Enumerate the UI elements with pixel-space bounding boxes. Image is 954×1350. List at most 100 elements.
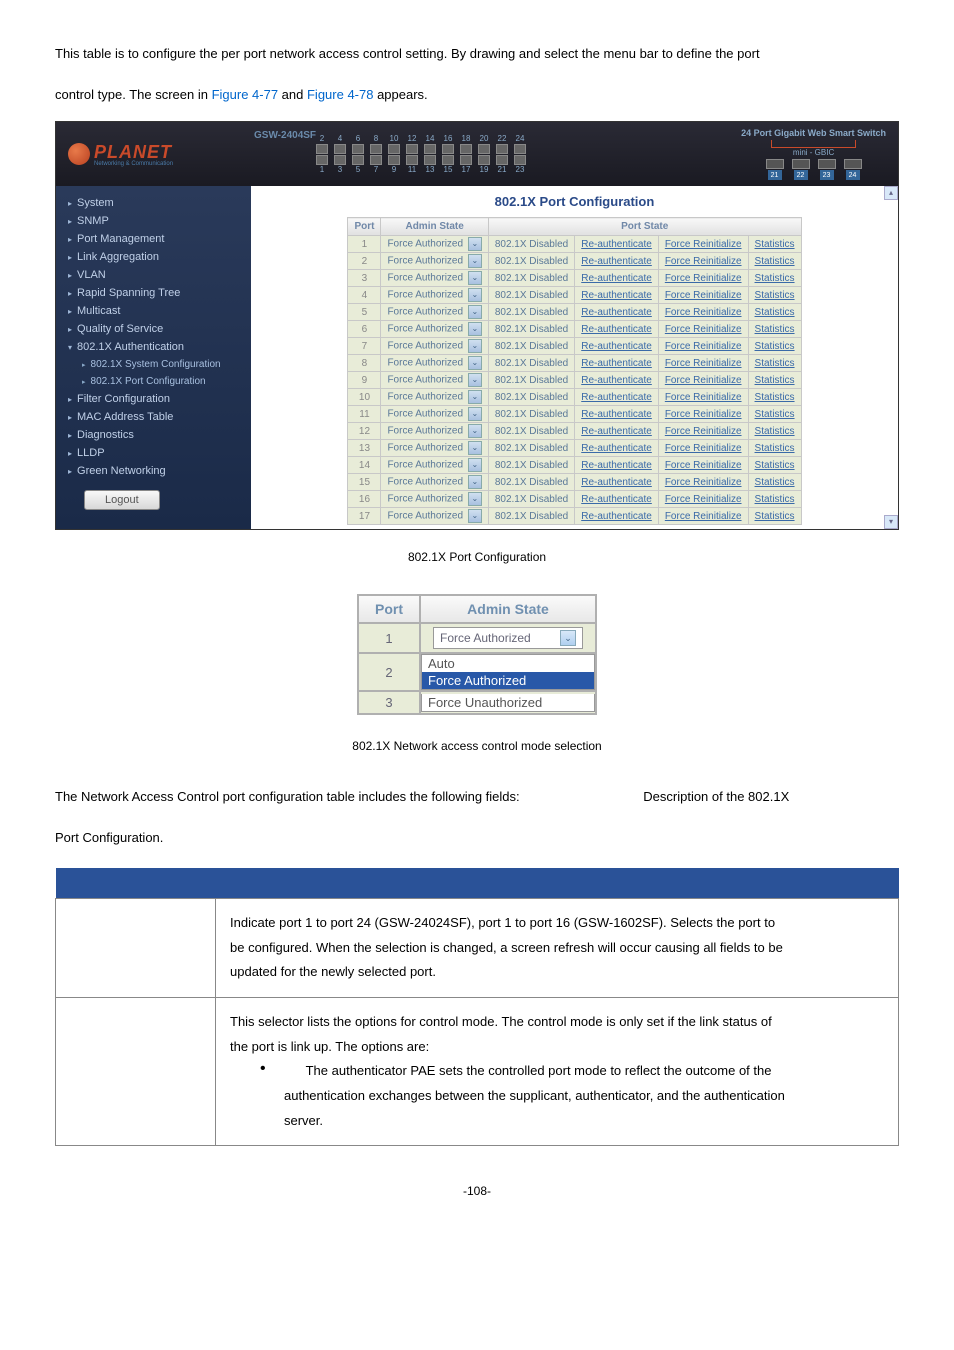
cell-admin[interactable]: Force Authorized ⌄: [381, 389, 488, 406]
cell-admin[interactable]: Force Authorized ⌄: [381, 440, 488, 457]
cell-reinit[interactable]: Force Reinitialize: [658, 423, 748, 440]
cell-admin[interactable]: Force Authorized ⌄: [381, 372, 488, 389]
dd-option-auto[interactable]: Auto: [422, 655, 594, 672]
cell-admin[interactable]: Force Authorized ⌄: [381, 236, 488, 253]
sidebar-item[interactable]: Port Management: [56, 230, 251, 248]
cell-reinit[interactable]: Force Reinitialize: [658, 457, 748, 474]
cell-admin[interactable]: Force Authorized ⌄: [381, 270, 488, 287]
cell-reauth[interactable]: Re-authenticate: [575, 491, 659, 508]
cell-reauth[interactable]: Re-authenticate: [575, 406, 659, 423]
logout-button[interactable]: Logout: [84, 490, 160, 510]
sidebar-item[interactable]: LLDP: [56, 444, 251, 462]
sidebar-item[interactable]: 802.1X Authentication: [56, 338, 251, 356]
chevron-down-icon[interactable]: ⌄: [468, 339, 482, 353]
chevron-down-icon[interactable]: ⌄: [468, 356, 482, 370]
cell-reinit[interactable]: Force Reinitialize: [658, 372, 748, 389]
scroll-down-icon[interactable]: ▾: [884, 515, 898, 529]
cell-stats[interactable]: Statistics: [748, 236, 801, 253]
cell-reinit[interactable]: Force Reinitialize: [658, 508, 748, 525]
figure-link-2[interactable]: Figure 4-78: [307, 87, 373, 102]
cell-reinit[interactable]: Force Reinitialize: [658, 321, 748, 338]
cell-admin[interactable]: Force Authorized ⌄: [381, 321, 488, 338]
cell-admin[interactable]: Force Authorized ⌄: [381, 423, 488, 440]
cell-reauth[interactable]: Re-authenticate: [575, 508, 659, 525]
cell-stats[interactable]: Statistics: [748, 406, 801, 423]
chevron-down-icon[interactable]: ⌄: [468, 305, 482, 319]
cell-admin[interactable]: Force Authorized ⌄: [381, 474, 488, 491]
cell-admin[interactable]: Force Authorized ⌄: [381, 253, 488, 270]
cell-stats[interactable]: Statistics: [748, 423, 801, 440]
sidebar-item[interactable]: Multicast: [56, 302, 251, 320]
chevron-down-icon[interactable]: ⌄: [560, 630, 576, 646]
sidebar-item[interactable]: MAC Address Table: [56, 408, 251, 426]
cell-reinit[interactable]: Force Reinitialize: [658, 440, 748, 457]
cell-reinit[interactable]: Force Reinitialize: [658, 287, 748, 304]
cell-stats[interactable]: Statistics: [748, 491, 801, 508]
sidebar-item[interactable]: 802.1X System Configuration: [56, 356, 251, 373]
figure-link-1[interactable]: Figure 4-77: [212, 87, 278, 102]
cell-admin[interactable]: Force Authorized ⌄: [381, 304, 488, 321]
sidebar-item[interactable]: Diagnostics: [56, 426, 251, 444]
sidebar-item[interactable]: System: [56, 194, 251, 212]
cell-stats[interactable]: Statistics: [748, 389, 801, 406]
cell-admin[interactable]: Force Authorized ⌄: [381, 508, 488, 525]
admin-state-dropdown[interactable]: Force Authorized ⌄: [433, 627, 583, 649]
cell-reauth[interactable]: Re-authenticate: [575, 389, 659, 406]
chevron-down-icon[interactable]: ⌄: [468, 271, 482, 285]
cell-stats[interactable]: Statistics: [748, 457, 801, 474]
chevron-down-icon[interactable]: ⌄: [468, 441, 482, 455]
cell-stats[interactable]: Statistics: [748, 474, 801, 491]
chevron-down-icon[interactable]: ⌄: [468, 390, 482, 404]
dropdown-open-list[interactable]: Auto Force Authorized: [421, 654, 595, 690]
sidebar-item[interactable]: Rapid Spanning Tree: [56, 284, 251, 302]
cell-reauth[interactable]: Re-authenticate: [575, 321, 659, 338]
sidebar-item[interactable]: SNMP: [56, 212, 251, 230]
cell-reauth[interactable]: Re-authenticate: [575, 423, 659, 440]
cell-stats[interactable]: Statistics: [748, 321, 801, 338]
cell-stats[interactable]: Statistics: [748, 508, 801, 525]
chevron-down-icon[interactable]: ⌄: [468, 492, 482, 506]
dd-option-force-unauth[interactable]: Force Unauthorized: [422, 694, 594, 711]
cell-admin[interactable]: Force Authorized ⌄: [381, 287, 488, 304]
cell-stats[interactable]: Statistics: [748, 440, 801, 457]
cell-reinit[interactable]: Force Reinitialize: [658, 253, 748, 270]
cell-reauth[interactable]: Re-authenticate: [575, 253, 659, 270]
cell-reauth[interactable]: Re-authenticate: [575, 287, 659, 304]
cell-stats[interactable]: Statistics: [748, 304, 801, 321]
cell-reinit[interactable]: Force Reinitialize: [658, 338, 748, 355]
cell-reauth[interactable]: Re-authenticate: [575, 236, 659, 253]
cell-reauth[interactable]: Re-authenticate: [575, 338, 659, 355]
cell-stats[interactable]: Statistics: [748, 372, 801, 389]
chevron-down-icon[interactable]: ⌄: [468, 237, 482, 251]
cell-reinit[interactable]: Force Reinitialize: [658, 236, 748, 253]
cell-stats[interactable]: Statistics: [748, 355, 801, 372]
chevron-down-icon[interactable]: ⌄: [468, 254, 482, 268]
cell-reinit[interactable]: Force Reinitialize: [658, 474, 748, 491]
chevron-down-icon[interactable]: ⌄: [468, 322, 482, 336]
chevron-down-icon[interactable]: ⌄: [468, 373, 482, 387]
cell-reauth[interactable]: Re-authenticate: [575, 372, 659, 389]
cell-stats[interactable]: Statistics: [748, 270, 801, 287]
cell-admin[interactable]: Force Authorized ⌄: [381, 406, 488, 423]
chevron-down-icon[interactable]: ⌄: [468, 475, 482, 489]
scroll-up-icon[interactable]: ▴: [884, 186, 898, 200]
cell-reinit[interactable]: Force Reinitialize: [658, 406, 748, 423]
cell-reinit[interactable]: Force Reinitialize: [658, 389, 748, 406]
cell-reinit[interactable]: Force Reinitialize: [658, 355, 748, 372]
sidebar-item[interactable]: Green Networking: [56, 462, 251, 480]
chevron-down-icon[interactable]: ⌄: [468, 407, 482, 421]
chevron-down-icon[interactable]: ⌄: [468, 424, 482, 438]
chevron-down-icon[interactable]: ⌄: [468, 288, 482, 302]
cell-reinit[interactable]: Force Reinitialize: [658, 304, 748, 321]
sidebar-item[interactable]: VLAN: [56, 266, 251, 284]
sidebar-item[interactable]: Link Aggregation: [56, 248, 251, 266]
cell-admin[interactable]: Force Authorized ⌄: [381, 355, 488, 372]
cell-stats[interactable]: Statistics: [748, 287, 801, 304]
chevron-down-icon[interactable]: ⌄: [468, 458, 482, 472]
sidebar-item[interactable]: Quality of Service: [56, 320, 251, 338]
cell-reauth[interactable]: Re-authenticate: [575, 355, 659, 372]
cell-admin[interactable]: Force Authorized ⌄: [381, 491, 488, 508]
cell-stats[interactable]: Statistics: [748, 253, 801, 270]
cell-admin[interactable]: Force Authorized ⌄: [381, 338, 488, 355]
sidebar-item[interactable]: Filter Configuration: [56, 390, 251, 408]
